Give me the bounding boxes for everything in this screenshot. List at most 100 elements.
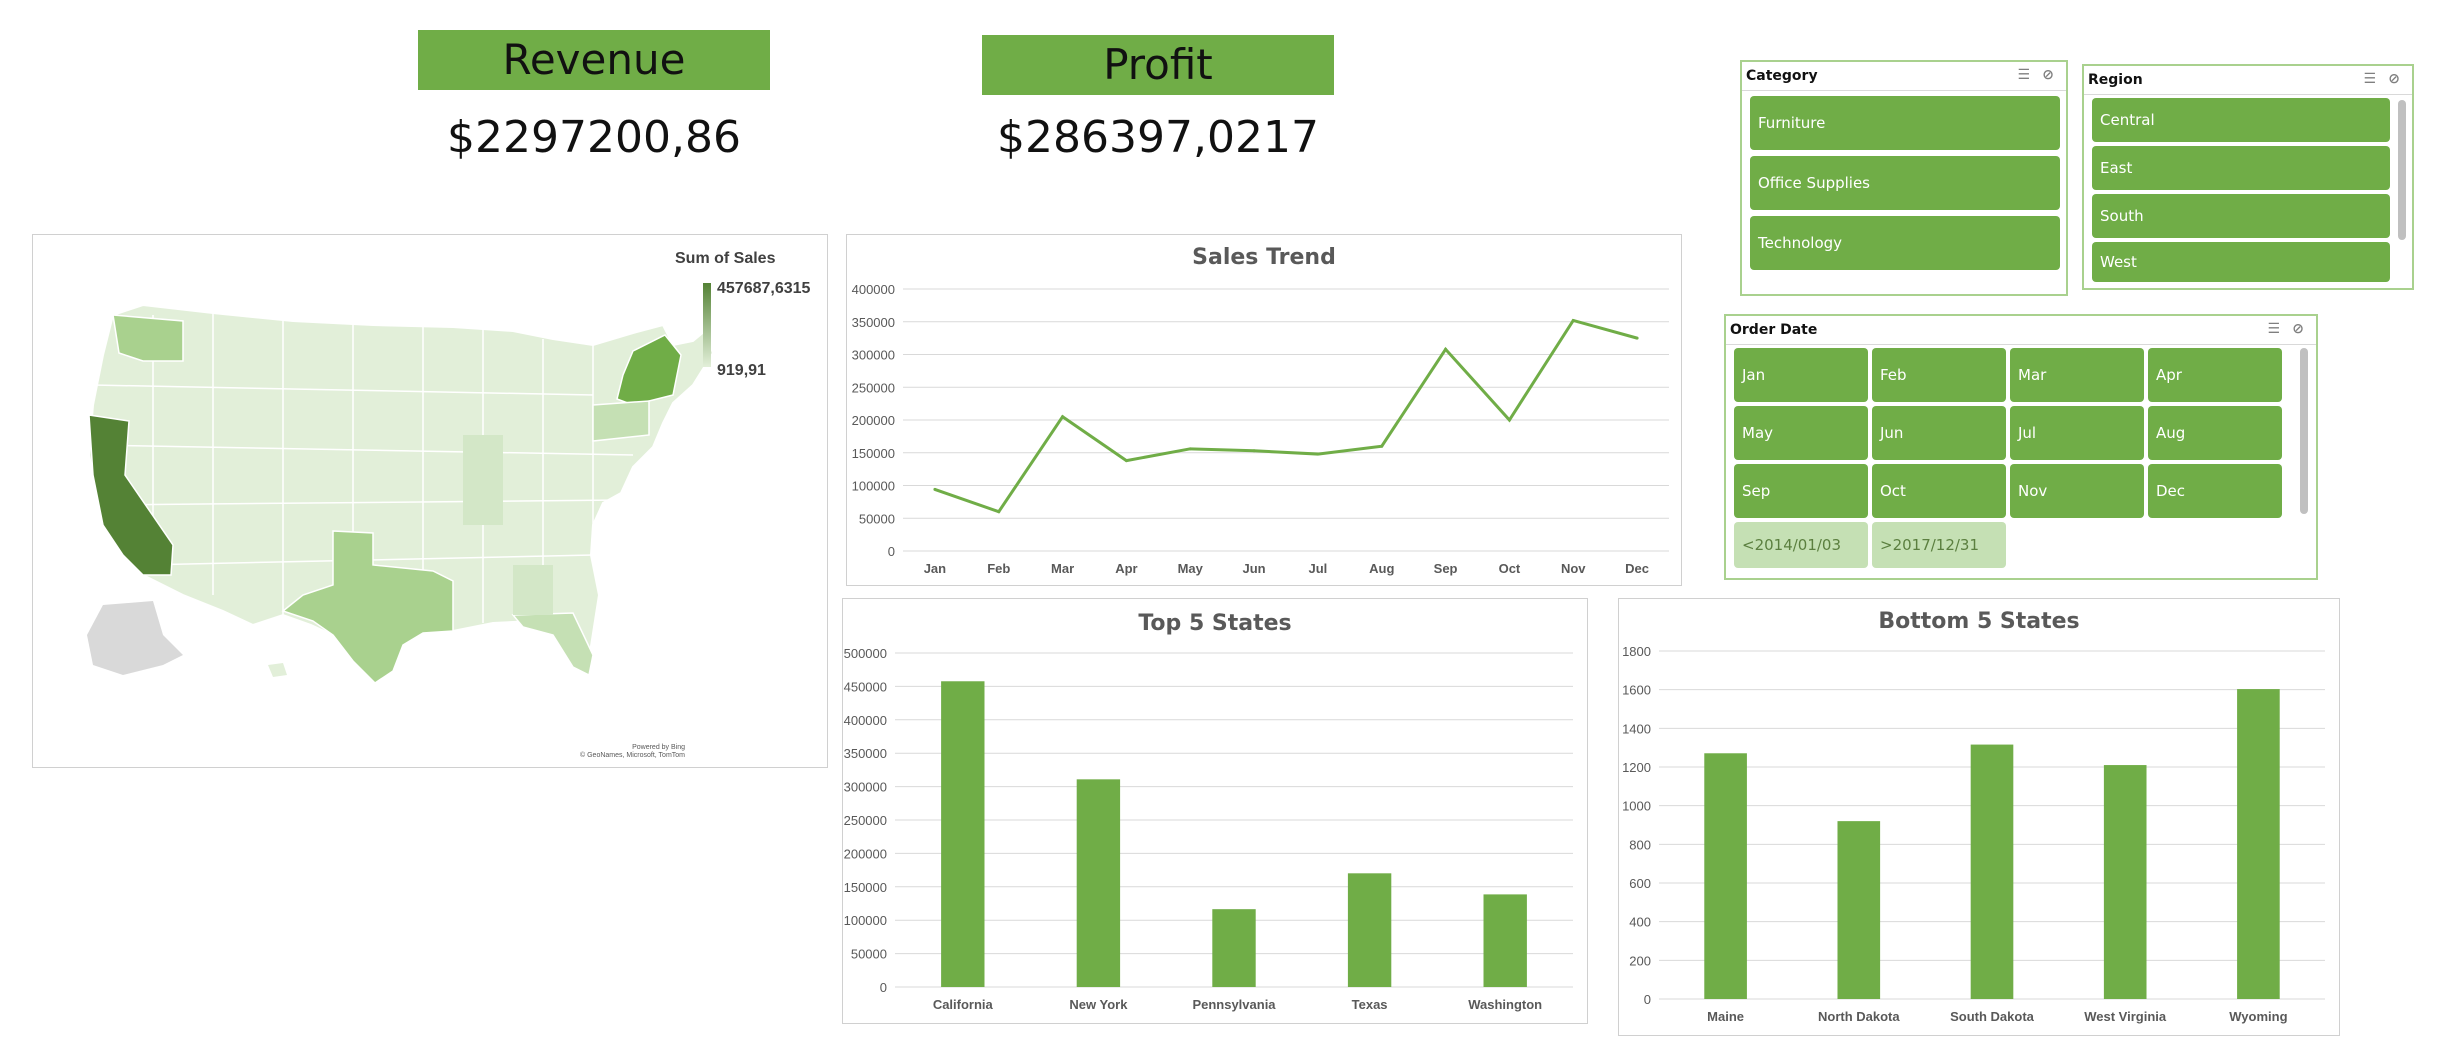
y-tick-label: 200 [1629, 953, 1651, 968]
y-tick-label: 400 [1629, 915, 1651, 930]
region-item-south[interactable]: South [2092, 194, 2390, 238]
multi-select-icon[interactable]: ☰ [2363, 71, 2376, 87]
x-tick-label: Dec [1625, 561, 1649, 576]
y-tick-label: 200000 [852, 413, 895, 428]
x-tick-label: Oct [1499, 561, 1521, 576]
alaska-shape [87, 601, 183, 675]
x-tick-label: South Dakota [1950, 1009, 2035, 1024]
region-scrollbar[interactable] [2398, 100, 2406, 240]
bar-south-dakota[interactable] [1970, 744, 2014, 999]
category-item-technology[interactable]: Technology [1750, 216, 2060, 270]
order-date-item-aug[interactable]: Aug [2148, 406, 2282, 460]
category-slicer[interactable]: Category ☰ ⊘ Furniture Office Supplies T… [1740, 60, 2068, 296]
line-point-oct[interactable] [1507, 418, 1511, 422]
clear-filter-icon[interactable]: ⊘ [2388, 71, 2400, 87]
y-tick-label: 50000 [851, 947, 887, 962]
x-tick-label: California [933, 997, 994, 1012]
order-date-item-jul[interactable]: Jul [2010, 406, 2144, 460]
y-tick-label: 0 [880, 980, 887, 995]
y-tick-label: 150000 [844, 880, 887, 895]
x-tick-label: Jun [1243, 561, 1266, 576]
y-tick-label: 1000 [1622, 799, 1651, 814]
category-item-office-supplies[interactable]: Office Supplies [1750, 156, 2060, 210]
region-item-west[interactable]: West [2092, 242, 2390, 282]
region-item-central[interactable]: Central [2092, 98, 2390, 142]
bar-north-dakota[interactable] [1837, 821, 1881, 999]
category-slicer-header: Category ☰ ⊘ [1742, 62, 2066, 91]
y-tick-label: 0 [1644, 992, 1651, 1007]
multi-select-icon[interactable]: ☰ [2267, 321, 2280, 337]
bottom5-states-panel[interactable]: Bottom 5 States 0 200 400 600 800 1000 1200 140… [1618, 598, 2340, 1036]
bar-texas[interactable] [1347, 873, 1392, 987]
line-point-sep[interactable] [1444, 347, 1448, 351]
clear-filter-icon[interactable]: ⊘ [2042, 67, 2054, 83]
y-tick-label: 800 [1629, 837, 1651, 852]
y-tick-label: 1200 [1622, 760, 1651, 775]
order-date-item-jan[interactable]: Jan [1734, 348, 1868, 402]
order-date-item-mar[interactable]: Mar [2010, 348, 2144, 402]
washington-shape [112, 314, 184, 362]
bar-west-virginia[interactable] [2103, 765, 2147, 999]
us-map: Sum of Sales 457687,6315 919,91 Powered … [87, 250, 811, 759]
region-slicer[interactable]: Region ☰ ⊘ Central East South West [2082, 64, 2414, 290]
y-tick-label: 600 [1629, 876, 1651, 891]
x-tick-label: Aug [1369, 561, 1394, 576]
bar-wyoming[interactable] [2237, 689, 2280, 999]
clear-filter-icon[interactable]: ⊘ [2292, 321, 2304, 337]
line-point-may[interactable] [1188, 447, 1192, 451]
region-item-east[interactable]: East [2092, 146, 2390, 190]
order-date-item-sep[interactable]: Sep [1734, 464, 1868, 518]
order-date-item-jun[interactable]: Jun [1872, 406, 2006, 460]
line-point-feb[interactable] [997, 510, 1001, 514]
map-legend-title: Sum of Sales [675, 250, 776, 267]
y-tick-label: 200000 [844, 846, 887, 861]
bar-california[interactable] [941, 681, 985, 987]
y-tick-label: 300000 [852, 348, 895, 363]
line-point-jul[interactable] [1316, 452, 1320, 456]
region-slicer-title: Region [2088, 72, 2143, 88]
top5-states-panel[interactable]: Top 5 States 0 50000 100000 150000 200000 250… [842, 598, 1588, 1024]
line-point-mar[interactable] [1061, 415, 1065, 419]
line-point-jun[interactable] [1252, 449, 1256, 453]
revenue-title: Revenue [418, 30, 770, 90]
bar-washington[interactable] [1483, 894, 1527, 987]
y-tick-label: 0 [888, 544, 895, 559]
y-tick-label: 100000 [852, 479, 895, 494]
y-tick-label: 1600 [1622, 683, 1651, 698]
x-tick-label: Sep [1434, 561, 1458, 576]
bar-new-york[interactable] [1076, 779, 1121, 987]
line-point-nov[interactable] [1571, 318, 1575, 322]
category-item-furniture[interactable]: Furniture [1750, 96, 2060, 150]
line-point-apr[interactable] [1124, 459, 1128, 463]
order-date-slicer[interactable]: Order Date ☰ ⊘ Jan Feb Mar Apr May Jun Jul Aug S… [1724, 314, 2318, 580]
line-point-jan[interactable] [933, 487, 937, 491]
x-tick-label: Feb [987, 561, 1010, 576]
order-date-item-apr[interactable]: Apr [2148, 348, 2282, 402]
multi-select-icon[interactable]: ☰ [2017, 67, 2030, 83]
sales-map-panel[interactable]: Sum of Sales 457687,6315 919,91 Powered … [32, 234, 828, 768]
map-legend-min: 919,91 [717, 362, 766, 379]
line-point-aug[interactable] [1380, 444, 1384, 448]
order-date-item-oct[interactable]: Oct [1872, 464, 2006, 518]
x-tick-label: Pennsylvania [1192, 997, 1276, 1012]
order-date-slicer-title: Order Date [1730, 322, 1818, 338]
order-date-item-range-before[interactable]: <2014/01/03 [1734, 522, 1868, 568]
bar-maine[interactable] [1704, 753, 1747, 999]
sales-trend-line[interactable] [934, 318, 1638, 514]
order-date-scrollbar[interactable] [2300, 348, 2308, 514]
y-tick-label: 350000 [844, 746, 887, 761]
y-tick-label: 250000 [844, 813, 887, 828]
order-date-item-feb[interactable]: Feb [1872, 348, 2006, 402]
order-date-slicer-header: Order Date ☰ ⊘ [1726, 316, 2316, 345]
order-date-item-dec[interactable]: Dec [2148, 464, 2282, 518]
line-point-dec[interactable] [1635, 336, 1639, 340]
order-date-item-nov[interactable]: Nov [2010, 464, 2144, 518]
y-tick-label: 300000 [844, 780, 887, 795]
x-tick-label: New York [1069, 997, 1128, 1012]
sales-trend-panel[interactable]: Sales Trend 0 50000 100000 150000 200000 2500… [846, 234, 1682, 586]
y-tick-label: 50000 [859, 511, 895, 526]
bar-pennsylvania[interactable] [1212, 909, 1256, 987]
y-tick-label: 500000 [844, 646, 887, 661]
order-date-item-may[interactable]: May [1734, 406, 1868, 460]
order-date-item-range-after[interactable]: >2017/12/31 [1872, 522, 2006, 568]
